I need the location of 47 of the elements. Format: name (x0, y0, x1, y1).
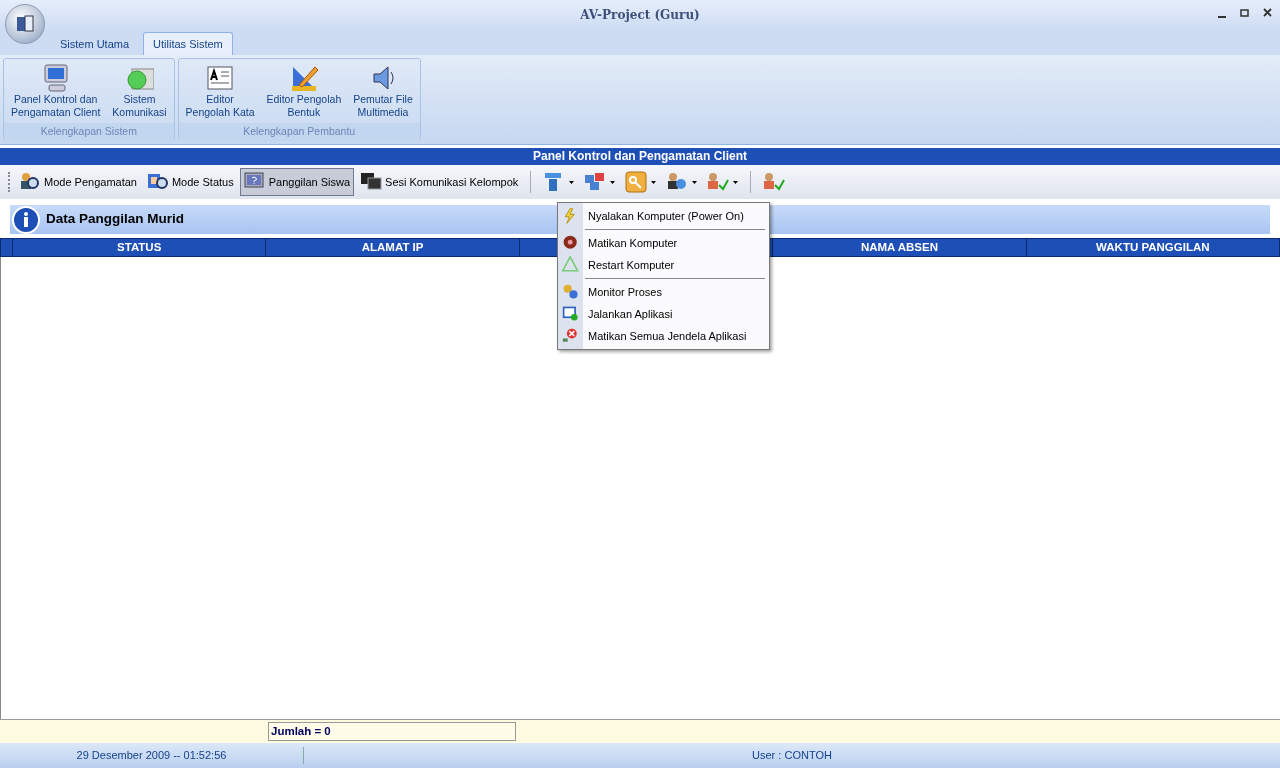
panel-title: Panel Kontrol dan Pengamatan Client (0, 148, 1280, 165)
ribbon-button[interactable]: Panel Kontrol dan Pengamatan Client (8, 61, 104, 121)
restore-button[interactable] (1240, 6, 1249, 18)
column-header: STATUS (12, 239, 266, 256)
section-title: Data Panggilan Murid (46, 210, 184, 229)
row-count: Jumlah = 0 (268, 721, 516, 742)
column-header: NAMA ABSEN (772, 239, 1026, 256)
app-menu-button[interactable] (5, 4, 45, 44)
power-ball-icon (562, 234, 580, 252)
menu-item[interactable]: Restart Komputer (558, 254, 769, 276)
ribbon-button[interactable]: Editor Pengolah Bentuk (263, 61, 345, 121)
caret-icon (733, 180, 739, 184)
column-header: ALAMAT IP (265, 239, 519, 256)
menu-item[interactable]: Nyalakan Komputer (Power On) (558, 205, 769, 227)
status-datetime: 29 Desember 2009 -- 01:52:56 (0, 747, 304, 764)
toolbar-button[interactable]: Sesi Komunikasi Kelompok (356, 168, 523, 196)
menu-item[interactable]: Matikan Semua Jendela Aplikasi (558, 325, 769, 347)
toolbar-button[interactable]: Mode Status (142, 168, 238, 196)
document-icon (205, 63, 236, 93)
caret-icon (651, 180, 657, 184)
minimize-icon (1218, 15, 1226, 18)
computers-icon (584, 171, 607, 193)
caret-icon (692, 180, 698, 184)
ribbon-tab[interactable]: Utilitas Sistem (143, 31, 233, 55)
caret-icon (610, 180, 616, 184)
ribbon-tab[interactable]: Sistem Utama (50, 31, 140, 55)
restore-icon (1240, 8, 1249, 18)
toolbar-button[interactable]: Mode Pengamatan (15, 168, 141, 196)
ribbon-button[interactable]: Editor Pengolah Kata (182, 61, 258, 121)
menu-item[interactable]: Jalankan Aplikasi (558, 303, 769, 325)
menu-item[interactable]: Monitor Proses (558, 281, 769, 303)
window-title: AV-Project (Guru) (580, 7, 700, 24)
ribbon-button[interactable]: Pemutar File Multimedia (350, 61, 416, 121)
caret-icon (569, 180, 575, 184)
group-title: Kelengkapan Pembantu (178, 123, 420, 141)
close-button[interactable] (1263, 6, 1272, 18)
column-header: WAKTU PANGGILAN (1025, 239, 1280, 256)
info-icon (12, 205, 40, 234)
group-title: Kelengkapan Sistem (4, 123, 174, 141)
status-user: User : CONTOH (751, 748, 833, 764)
close-icon (1263, 8, 1272, 18)
window-plus-icon (562, 305, 580, 323)
ribbon-button[interactable]: Sistem Komunikasi (109, 61, 170, 121)
computers-icon (360, 171, 383, 193)
close-all-icon (562, 327, 580, 345)
menu-item[interactable]: Matikan Komputer (558, 232, 769, 254)
toolbar-button[interactable]: Panggilan Siswa (239, 168, 355, 196)
